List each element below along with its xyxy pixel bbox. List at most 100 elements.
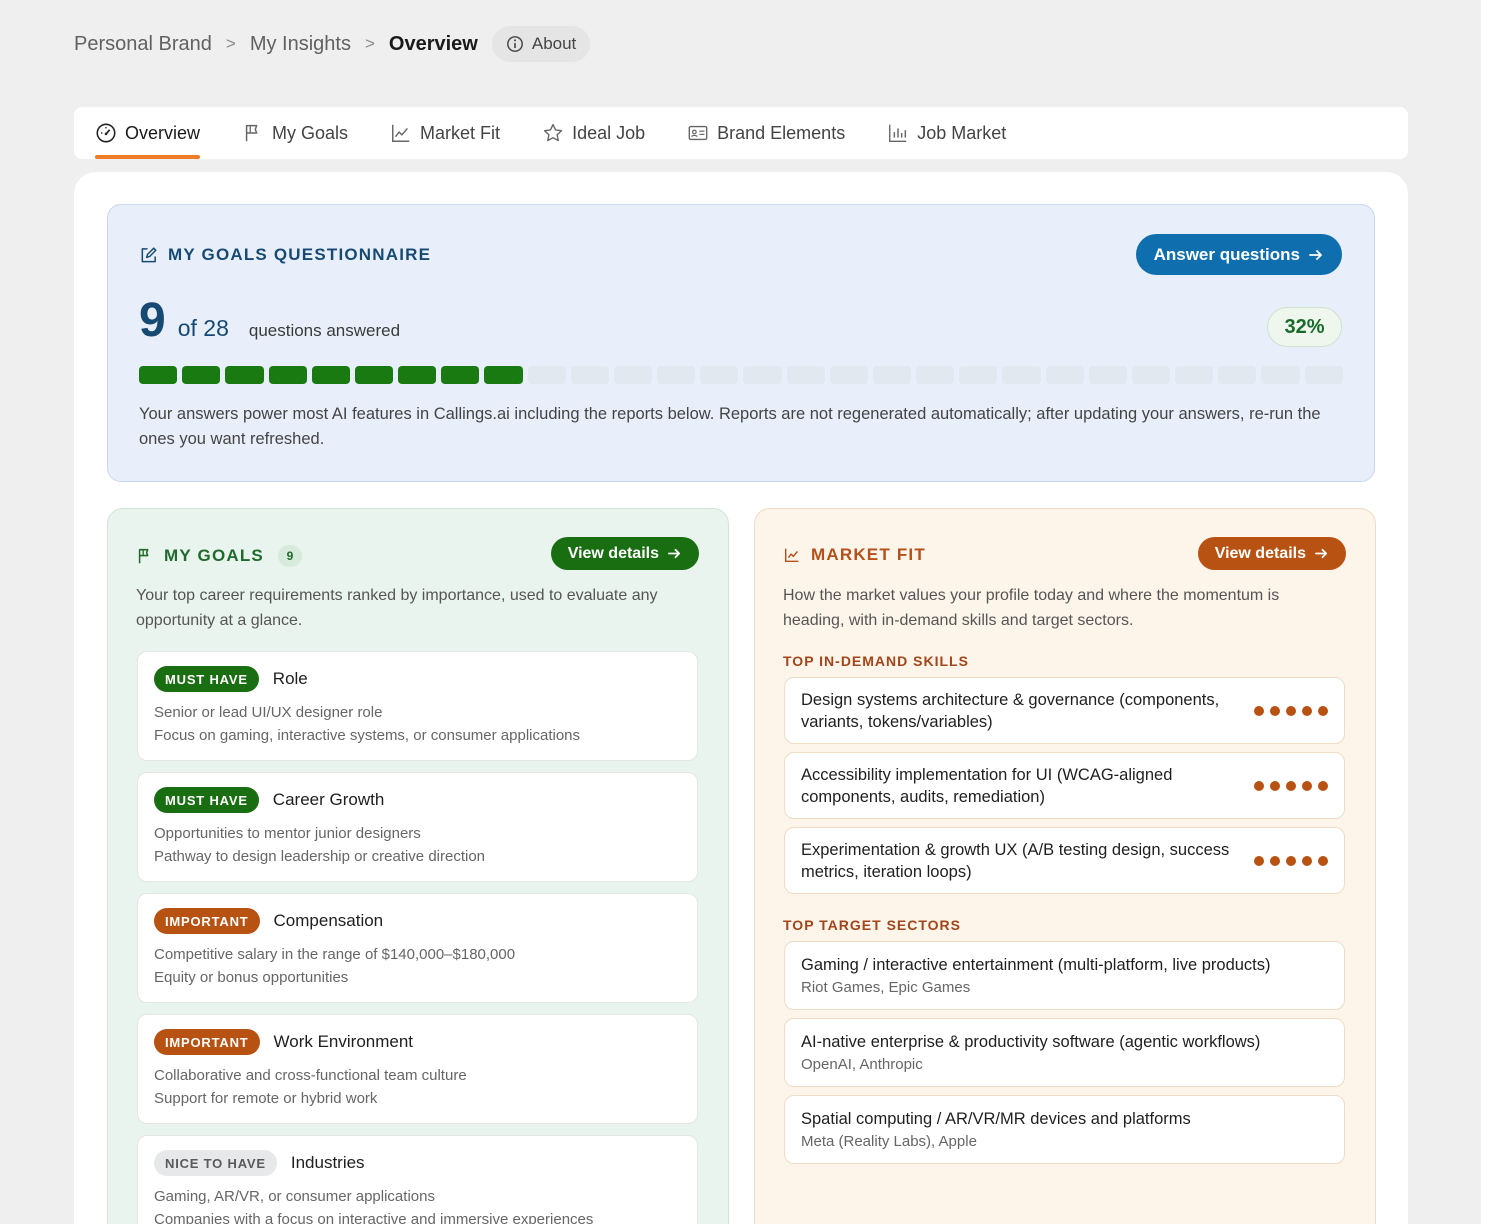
sector-item[interactable]: Gaming / interactive entertainment (mult… <box>784 941 1345 1010</box>
progress-segment-empty <box>657 366 696 384</box>
market-view-details-button[interactable]: View details <box>1197 537 1346 570</box>
tab-market-fit[interactable]: Market Fit <box>390 107 500 159</box>
progress-percent-badge: 32% <box>1267 307 1342 347</box>
goal-card[interactable]: IMPORTANT Work Environment Collaborative … <box>137 1014 698 1124</box>
progress-segment-filled <box>354 366 394 384</box>
rating-dot <box>1318 780 1328 791</box>
sector-companies: Riot Games, Epic Games <box>801 979 971 996</box>
rating-dot <box>1254 780 1264 791</box>
skill-label: Experimentation & growth UX (A/B testing… <box>801 840 1230 881</box>
tab-label: Job Market <box>917 122 1007 143</box>
priority-tag: MUST HAVE <box>154 787 259 813</box>
tab-label: Brand Elements <box>717 122 846 143</box>
line-chart-icon <box>784 548 799 563</box>
flag-icon <box>245 124 258 142</box>
tab-brand-elements[interactable]: Brand Elements <box>687 107 845 159</box>
sector-name: AI-native enterprise & productivity soft… <box>801 1033 1261 1051</box>
progress-segment-filled <box>225 366 264 384</box>
sector-item[interactable]: AI-native enterprise & productivity soft… <box>784 1018 1345 1087</box>
skill-item[interactable]: Accessibility implementation for UI (WCA… <box>784 752 1345 819</box>
answer-questions-label: Answer questions <box>1153 244 1300 264</box>
progress-segment-empty <box>872 366 912 384</box>
flag-icon <box>138 548 149 564</box>
tab-label: Market Fit <box>420 122 501 143</box>
about-button[interactable]: About <box>491 26 591 62</box>
answer-questions-button[interactable]: Answer questions <box>1135 234 1342 275</box>
goal-card[interactable]: MUST HAVE Career Growth Opportunities to … <box>137 772 698 882</box>
goal-detail: Support for remote or hybrid work <box>154 1089 378 1107</box>
progress-segment-filled <box>484 366 523 384</box>
progress-segment-empty <box>1002 366 1041 384</box>
progress-segment-empty <box>1218 366 1257 384</box>
tab-ideal-job[interactable]: Ideal Job <box>542 107 645 159</box>
questionnaire-description: Your answers power most AI features in C… <box>139 405 1321 448</box>
tab-overview[interactable]: Overview <box>95 107 201 159</box>
answered-number: 9 <box>139 294 166 347</box>
progress-segment-empty <box>1131 366 1171 384</box>
breadcrumb-personal-brand[interactable]: Personal Brand <box>74 33 212 56</box>
rating-dot <box>1254 705 1264 716</box>
skill-item[interactable]: Design systems architecture & governance… <box>784 677 1345 744</box>
progress-segment-empty <box>700 366 739 384</box>
questionnaire-title: MY GOALS QUESTIONNAIRE <box>168 245 432 264</box>
breadcrumb-my-insights[interactable]: My Insights <box>250 33 351 56</box>
goal-detail: Senior or lead UI/UX designer role <box>154 704 383 721</box>
goal-detail: Opportunities to mentor junior designers <box>154 825 421 842</box>
edit-icon <box>141 246 157 262</box>
rating-dot <box>1302 705 1312 716</box>
goal-card[interactable]: MUST HAVE Role Senior or lead UI/UX desig… <box>137 651 698 761</box>
breadcrumb-current: Overview <box>388 32 478 55</box>
goal-detail: Collaborative and cross-functional team … <box>154 1067 467 1084</box>
skill-item[interactable]: Experimentation & growth UX (A/B testing… <box>784 827 1345 894</box>
goal-detail: Gaming, AR/VR, or consumer applications <box>154 1188 435 1205</box>
tab-job-market[interactable]: Job Market <box>887 107 1006 159</box>
sector-item[interactable]: Spatial computing / AR/VR/MR devices and… <box>784 1095 1345 1164</box>
breadcrumb: Personal Brand > My Insights > Overview … <box>74 26 591 62</box>
progress-segment-empty <box>613 366 653 384</box>
star-icon <box>543 123 563 142</box>
skill-label: Accessibility implementation for UI (WCA… <box>801 765 1173 806</box>
my-goals-heading: MY GOALS 9 <box>136 545 302 567</box>
breadcrumb-separator: > <box>364 34 375 53</box>
market-fit-title: MARKET FIT <box>811 545 926 564</box>
rating-dot <box>1254 855 1264 866</box>
gauge-icon <box>96 123 116 143</box>
goal-detail: Pathway to design leadership or creative… <box>154 847 486 865</box>
line-chart-icon <box>392 124 410 142</box>
goal-name: Compensation <box>273 911 384 930</box>
progress-segment-filled <box>441 366 480 384</box>
tab-label: Overview <box>125 122 201 143</box>
progress-segment-empty <box>959 366 998 384</box>
progress-segment-filled <box>139 366 178 384</box>
goals-view-details-button[interactable]: View details <box>550 537 699 570</box>
priority-tag: MUST HAVE <box>154 666 259 692</box>
progress-segment-filled <box>311 366 350 384</box>
goal-card[interactable]: IMPORTANT Compensation Competitive salary… <box>137 893 698 1003</box>
sector-name: Spatial computing / AR/VR/MR devices and… <box>801 1110 1191 1128</box>
progress-segment-empty <box>1261 366 1300 384</box>
tab-label: Ideal Job <box>572 122 646 143</box>
rating-dot <box>1286 855 1296 866</box>
progress-segments <box>139 366 1343 384</box>
view-details-label: View details <box>567 544 659 562</box>
skills-heading: TOP IN-DEMAND SKILLS <box>783 653 969 669</box>
progress-segment-empty <box>1304 366 1343 384</box>
goal-list: MUST HAVE Role Senior or lead UI/UX desig… <box>137 651 698 1224</box>
goal-detail: Companies with a focus on interactive an… <box>154 1210 594 1224</box>
arrow-right-icon <box>668 548 681 559</box>
rating-dot <box>1302 855 1312 866</box>
progress-segment-empty <box>786 366 825 384</box>
about-label: About <box>531 34 577 53</box>
my-goals-title: MY GOALS <box>164 546 264 565</box>
my-goals-panel: MY GOALS 9 View details Your top career … <box>107 508 729 1224</box>
market-fit-heading: MARKET FIT <box>783 545 926 565</box>
tab-label: My Goals <box>272 122 349 143</box>
goal-card[interactable]: NICE TO HAVE Industries Gaming, AR/VR, or… <box>137 1135 698 1224</box>
questionnaire-heading: MY GOALS QUESTIONNAIRE <box>139 245 431 265</box>
rating-dot <box>1318 855 1328 866</box>
tab-my-goals[interactable]: My Goals <box>242 107 348 159</box>
id-card-icon <box>688 125 708 141</box>
rating-dot <box>1286 780 1296 791</box>
market-fit-description: How the market values your profile today… <box>783 587 1280 629</box>
goal-detail: Focus on gaming, interactive systems, or… <box>154 726 581 744</box>
